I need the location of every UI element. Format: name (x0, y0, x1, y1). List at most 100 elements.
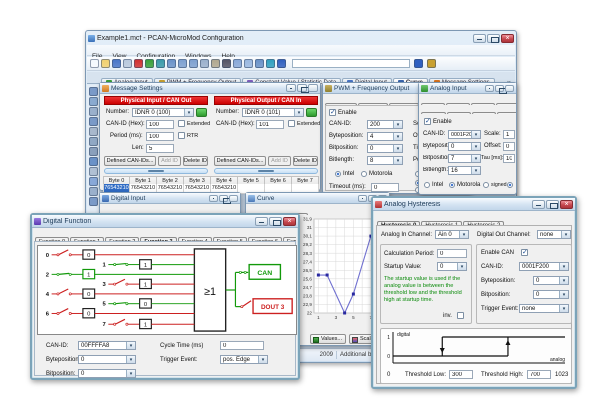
run-icon[interactable] (145, 59, 154, 68)
ain-signed-radio[interactable] (483, 182, 489, 188)
strip-function-icon[interactable] (89, 177, 98, 186)
period-field[interactable] (146, 132, 174, 141)
main-titlebar[interactable]: Example1.mcf - PCAN-MicroMod Configurati… (86, 31, 516, 45)
input-byte-scrollbar[interactable] (104, 168, 208, 174)
output-number-combo[interactable]: IDNR 0 (101) (242, 108, 304, 117)
output-byte-scrollbar[interactable] (214, 168, 318, 174)
df-canid-combo[interactable]: 00FFFFA8 (78, 341, 136, 350)
close-button[interactable] (501, 34, 514, 43)
ms-minimize-button[interactable] (286, 84, 296, 92)
ain-intel-radio[interactable] (424, 182, 430, 188)
din-minimize-button[interactable] (209, 195, 218, 202)
open-file-icon[interactable] (101, 59, 110, 68)
ain-bytepos-combo[interactable]: 0 (448, 142, 481, 151)
help-icon[interactable] (414, 59, 423, 68)
din-close-button[interactable] (229, 195, 238, 202)
ah-trigger-combo[interactable]: none (519, 304, 569, 313)
id-indicator-button-out[interactable] (306, 108, 317, 117)
new-window-icon[interactable] (167, 59, 176, 68)
ain-bitlen-combo[interactable]: 16 (448, 166, 481, 175)
ain-bitpos-combo[interactable]: 7 (448, 154, 481, 163)
record-icon[interactable] (134, 59, 143, 68)
ah-ain-combo[interactable]: Ain 0 (435, 230, 469, 239)
ain-tab-input-3[interactable]: Input 3 (497, 112, 516, 114)
ain-motorola-radio[interactable] (449, 182, 455, 188)
strip-hysteresis-icon[interactable] (89, 167, 98, 176)
defined-canids-button-out[interactable]: Defined CAN-IDs... (214, 156, 266, 166)
input-extended-checkbox[interactable] (178, 120, 185, 127)
curve-minimize-button[interactable] (358, 195, 367, 202)
strip-analog-out-icon[interactable] (89, 107, 98, 116)
module-icon[interactable] (233, 59, 242, 68)
ah-enable-can-checkbox[interactable] (521, 249, 528, 256)
ain-tau-field[interactable] (503, 154, 515, 163)
analog-input-titlebar[interactable]: Analog Input (419, 83, 516, 94)
ah-bytepos-combo[interactable]: 0 (533, 276, 569, 285)
strip-constant-icon[interactable] (89, 187, 98, 196)
tile-windows-icon[interactable] (189, 59, 198, 68)
ah-startup-combo[interactable]: 0 (437, 262, 467, 271)
ain-enable-checkbox[interactable] (424, 118, 431, 125)
ah-calc-field[interactable] (437, 249, 467, 258)
df-bytepos-combo[interactable]: 0 (78, 355, 136, 364)
ah-dout-combo[interactable]: none (537, 230, 571, 239)
ms-close-button[interactable] (308, 84, 318, 92)
pwm-canid-combo[interactable]: 200 (367, 120, 403, 129)
ah-threshold-high-field[interactable] (527, 370, 551, 379)
save-file-icon[interactable] (112, 59, 121, 68)
delete-id-button-out[interactable]: Delete ID (293, 156, 318, 166)
len-field[interactable] (146, 144, 174, 153)
pwm-intel-radio[interactable] (335, 171, 341, 177)
connect-icon[interactable] (156, 59, 165, 68)
output-extended-checkbox[interactable] (288, 120, 295, 127)
ain-maximize-button[interactable] (495, 85, 504, 92)
delete-id-button[interactable]: Delete ID (183, 156, 208, 166)
rtr-checkbox[interactable] (178, 132, 185, 139)
strip-curve-icon[interactable] (89, 157, 98, 166)
find-icon[interactable] (222, 59, 231, 68)
cascade-windows-icon[interactable] (178, 59, 187, 68)
copy-icon[interactable] (200, 59, 209, 68)
df-maximize-button[interactable] (269, 217, 282, 226)
pwm-timeout-field[interactable] (371, 183, 399, 192)
ain-offset-field[interactable] (503, 142, 515, 151)
message-settings-titlebar[interactable]: Message Settings (100, 83, 320, 94)
df-titlebar[interactable]: Digital Function (32, 215, 298, 228)
toolbar-combobox[interactable] (292, 59, 410, 68)
strip-digital-out-icon[interactable] (89, 127, 98, 136)
ah-titlebar[interactable]: Analog Hysteresis (373, 198, 575, 211)
list-icon[interactable] (244, 59, 253, 68)
ain-scale-field[interactable] (503, 130, 515, 139)
output-canid-field[interactable] (256, 120, 284, 129)
minimize-button[interactable] (473, 34, 486, 43)
df-bitpos-combo[interactable]: 0 (78, 369, 136, 378)
ah-inv-checkbox[interactable] (457, 312, 464, 319)
add-id-button-out[interactable]: Add ID (268, 156, 291, 166)
df-cycle-field[interactable] (220, 341, 264, 350)
ain-canid-combo[interactable]: 0001F200 (448, 130, 481, 139)
digital-input-titlebar[interactable]: Digital Input (100, 193, 240, 204)
ain-close-button[interactable] (505, 85, 514, 92)
strip-freq-icon[interactable] (89, 147, 98, 156)
ah-minimize-button[interactable] (532, 200, 545, 209)
ain-unsigned-radio[interactable] (507, 182, 513, 188)
strip-settings-icon[interactable] (89, 197, 98, 206)
input-canid-field[interactable] (146, 120, 174, 129)
add-id-button[interactable]: Add ID (158, 156, 181, 166)
ain-tab-input-1[interactable]: Input 1 (447, 112, 471, 114)
world-icon[interactable] (266, 59, 275, 68)
import-icon[interactable] (427, 59, 436, 68)
strip-analog-in-icon[interactable] (89, 97, 98, 106)
maximize-button[interactable] (487, 34, 500, 43)
df-trigger-combo[interactable]: pos. Edge (220, 355, 268, 364)
ah-threshold-low-field[interactable] (449, 370, 473, 379)
paste-icon[interactable] (211, 59, 220, 68)
id-indicator-button[interactable] (196, 108, 207, 117)
din-maximize-button[interactable] (219, 195, 228, 202)
pwm-bytepos-combo[interactable]: 4 (367, 132, 403, 141)
pwm-enable-checkbox[interactable] (329, 109, 336, 116)
new-file-icon[interactable] (90, 59, 99, 68)
ah-close-button[interactable] (560, 200, 573, 209)
font-icon[interactable] (123, 59, 132, 68)
columns-icon[interactable] (255, 59, 264, 68)
